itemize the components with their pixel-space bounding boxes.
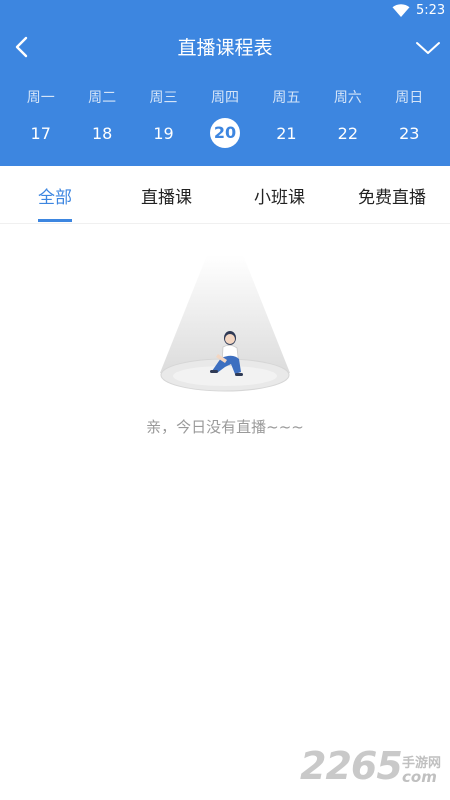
date-item[interactable]: 23	[379, 117, 440, 149]
tab-bar: 全部 直播课 小班课 免费直播	[0, 166, 450, 224]
watermark-logo: 2265 手游网 com	[300, 740, 450, 796]
date-number: 17	[30, 123, 51, 143]
weekday-label: 周五	[272, 90, 301, 106]
wifi-icon	[392, 4, 410, 17]
date-item[interactable]: 19	[133, 117, 194, 149]
date-number: 18	[91, 123, 113, 143]
chevron-down-icon[interactable]	[414, 38, 442, 58]
page-title: 直播课程表	[177, 37, 273, 59]
weekday-row: 周一 周二 周三 周四 周五 周六 周日	[10, 87, 440, 107]
date-item[interactable]: 21	[256, 117, 317, 149]
status-time: 5:23	[416, 3, 446, 18]
weekday-label: 周四	[210, 90, 239, 106]
tab-active-indicator	[38, 219, 72, 222]
weekday-label: 周日	[395, 90, 424, 106]
date-number: 21	[276, 123, 297, 143]
empty-state-message: 亲，今日没有直播~~~	[146, 418, 304, 436]
status-bar: 5:23	[0, 0, 450, 22]
empty-state-illustration	[160, 255, 290, 392]
tab-live-course[interactable]: 直播课	[141, 183, 192, 208]
weekday-label: 周六	[333, 90, 362, 106]
header: 5:23 直播课程表 周一 周二 周三 周四 周五 周六 周日 17 18 19…	[0, 0, 450, 166]
tab-all[interactable]: 全部	[38, 183, 72, 208]
date-item[interactable]: 22	[317, 117, 378, 149]
weekday-label: 周一	[26, 90, 55, 106]
watermark-number: 2265	[300, 744, 403, 788]
date-item[interactable]: 18	[71, 117, 132, 149]
date-number: 22	[337, 123, 358, 143]
date-number: 23	[399, 123, 420, 143]
tab-small-class[interactable]: 小班课	[254, 183, 305, 208]
date-row: 17 18 19 20 21 22 23	[10, 117, 440, 149]
date-item[interactable]: 17	[10, 117, 71, 149]
date-number: 20	[209, 118, 240, 148]
weekday-label: 周二	[88, 90, 117, 106]
weekday-label: 周三	[149, 90, 178, 106]
date-item-selected[interactable]: 20	[194, 117, 255, 149]
date-number: 19	[153, 123, 174, 143]
watermark-suffix: com	[402, 768, 437, 786]
tab-free-live[interactable]: 免费直播	[358, 183, 426, 208]
